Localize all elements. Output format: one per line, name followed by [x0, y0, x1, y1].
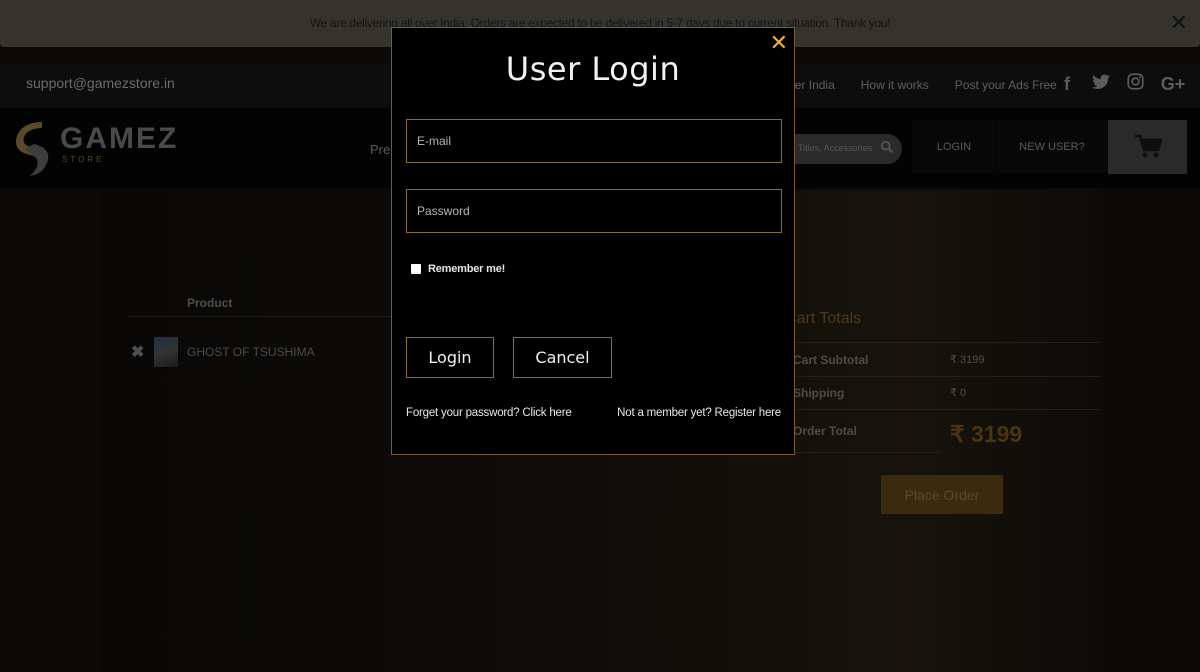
- divider: [785, 409, 1100, 410]
- forgot-password-link[interactable]: Forget your password? Click here: [406, 407, 572, 419]
- logo-wordmark: GAMEZ: [60, 122, 179, 155]
- cart-subtotal-label: Cart Subtotal: [793, 353, 869, 367]
- search-placeholder: Titles, Accessories: [798, 143, 873, 153]
- shipping-value: ₹ 0: [950, 387, 967, 399]
- facebook-icon[interactable]: f: [1057, 74, 1077, 95]
- remember-me-checkbox[interactable]: [411, 264, 421, 274]
- search-icon[interactable]: [880, 140, 894, 154]
- shipping-label: Shipping: [793, 386, 845, 400]
- instagram-icon[interactable]: [1125, 73, 1145, 95]
- modal-title: User Login: [505, 50, 681, 88]
- logo-subtitle: STORE: [62, 155, 105, 164]
- login-button[interactable]: Login: [406, 337, 494, 378]
- logo-mark-icon: [16, 122, 49, 176]
- order-total-value: ₹ 3199: [950, 421, 1023, 447]
- remember-me-label: Remember me!: [428, 263, 506, 275]
- divider: [785, 452, 940, 453]
- product-name[interactable]: GHOST OF TSUSHIMA: [187, 345, 315, 359]
- place-order-button[interactable]: Place Order: [881, 475, 1003, 514]
- order-total-label: Order Total: [793, 424, 857, 438]
- google-plus-icon[interactable]: G+: [1159, 74, 1187, 95]
- support-email[interactable]: support@gamezstore.in: [26, 75, 175, 91]
- product-thumbnail[interactable]: [154, 337, 178, 367]
- password-field[interactable]: [406, 189, 782, 233]
- header-new-user-button[interactable]: NEW USER?: [997, 120, 1107, 173]
- login-modal: ✕ User Login Remember me! Login Cancel F…: [391, 27, 795, 455]
- header-login-button[interactable]: LOGIN: [912, 120, 996, 173]
- logo[interactable]: GAMEZ STORE: [12, 118, 187, 178]
- cancel-button[interactable]: Cancel: [513, 337, 612, 378]
- remember-me[interactable]: Remember me!: [411, 263, 505, 275]
- link-post-ads[interactable]: Post your Ads Free: [955, 78, 1057, 92]
- twitter-icon[interactable]: [1091, 74, 1111, 95]
- email-field[interactable]: [406, 119, 782, 163]
- cart-button[interactable]: [1108, 120, 1187, 174]
- register-link[interactable]: Not a member yet? Register here: [617, 407, 781, 419]
- cart-subtotal-value: ₹ 3199: [950, 354, 985, 366]
- col-product: Product: [187, 296, 233, 310]
- social-links: f G+: [1057, 73, 1187, 95]
- remove-item-icon[interactable]: ✖: [131, 342, 144, 362]
- divider: [785, 376, 1100, 377]
- close-icon[interactable]: ✕: [1170, 12, 1188, 34]
- divider: [785, 342, 1100, 343]
- cart-totals-title: Cart Totals: [785, 310, 862, 327]
- cart-icon: [1134, 134, 1162, 158]
- link-how-it-works[interactable]: How it works: [861, 78, 929, 92]
